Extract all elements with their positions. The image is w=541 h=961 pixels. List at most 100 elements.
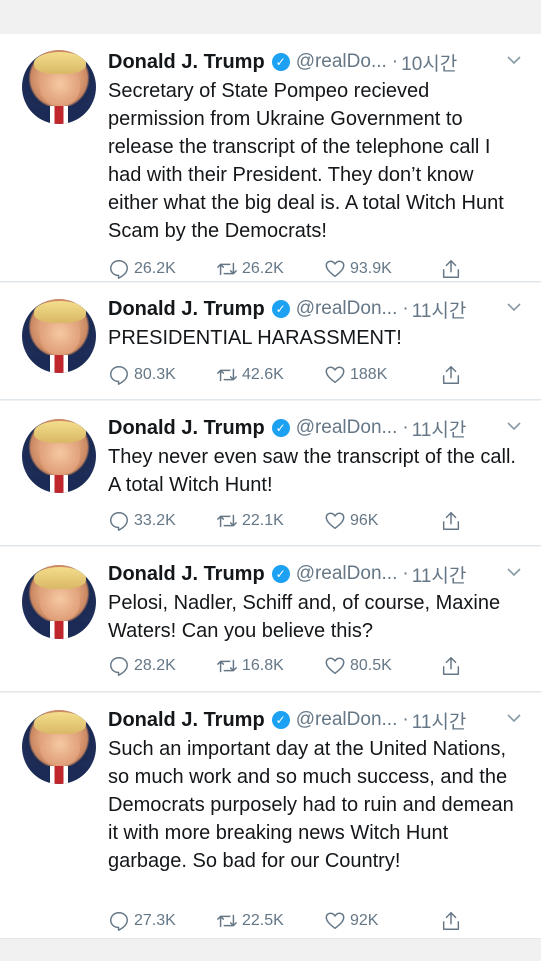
separator-dot: · <box>391 51 399 72</box>
retweet-button[interactable]: 22.5K <box>216 910 324 932</box>
timestamp[interactable]: 11시간 <box>412 561 467 588</box>
tweet-card[interactable]: Donald J. Trump ✓ @realDon... · 11시간 Suc… <box>0 693 541 939</box>
avatar[interactable] <box>22 299 96 373</box>
tweet-card[interactable]: Donald J. Trump ✓ @realDon... · 11시간 The… <box>0 401 541 546</box>
heart-icon <box>325 512 345 530</box>
timestamp[interactable]: 11시간 <box>412 296 467 323</box>
tweet-text: Pelosi, Nadler, Schiff and, of course, M… <box>108 592 501 642</box>
like-button[interactable]: 93.9K <box>324 258 432 280</box>
user-handle[interactable]: @realDon... <box>296 709 398 731</box>
reply-button[interactable]: 80.3K <box>108 364 216 386</box>
tweet-header: Donald J. Trump ✓ @realDon... · 11시간 <box>108 561 527 587</box>
like-button[interactable]: 96K <box>324 510 432 532</box>
like-button[interactable]: 188K <box>324 364 432 386</box>
like-count: 188K <box>350 366 388 383</box>
avatar[interactable] <box>22 565 96 639</box>
like-button[interactable]: 80.5K <box>324 655 432 677</box>
tweet-text: Secretary of State Pompeo recieved permi… <box>108 80 504 242</box>
heart-icon <box>325 260 345 278</box>
retweet-icon <box>217 514 237 528</box>
timestamp[interactable]: 11시간 <box>412 707 467 734</box>
tweet-actions: 80.3K 42.6K 188K <box>108 362 468 388</box>
tweet-actions: 26.2K 26.2K 93.9K <box>108 256 468 282</box>
retweet-button[interactable]: 26.2K <box>216 258 324 280</box>
tweet-text: They never even saw the transcript of th… <box>108 446 516 496</box>
heart-icon <box>325 366 345 384</box>
verified-badge-icon: ✓ <box>271 565 290 583</box>
retweet-count: 16.8K <box>242 657 284 674</box>
tweet-feed: Donald J. Trump ✓ @realDo... · 10시간 Secr… <box>0 0 541 961</box>
avatar[interactable] <box>22 50 96 124</box>
reply-count: 80.3K <box>134 366 176 383</box>
user-handle[interactable]: @realDo... <box>296 51 387 73</box>
display-name[interactable]: Donald J. Trump <box>108 417 265 440</box>
separator-dot: · <box>402 563 409 584</box>
retweet-count: 42.6K <box>242 366 284 383</box>
retweet-button[interactable]: 42.6K <box>216 364 324 386</box>
timestamp[interactable]: 10시간 <box>401 49 457 76</box>
display-name[interactable]: Donald J. Trump <box>108 563 265 586</box>
timestamp[interactable]: 11시간 <box>412 415 467 442</box>
reply-count: 26.2K <box>134 260 176 277</box>
retweet-icon <box>217 659 237 673</box>
tweet-actions: 28.2K 16.8K 80.5K <box>108 653 468 679</box>
verified-badge-icon: ✓ <box>271 53 290 71</box>
tweet-card[interactable]: Donald J. Trump ✓ @realDon... · 11시간 Pel… <box>0 547 541 692</box>
chevron-down-icon[interactable] <box>507 565 521 579</box>
retweet-icon <box>217 368 237 382</box>
verified-badge-icon: ✓ <box>271 300 290 318</box>
retweet-count: 26.2K <box>242 260 284 277</box>
reply-button[interactable]: 28.2K <box>108 655 216 677</box>
tweet-header: Donald J. Trump ✓ @realDo... · 10시간 <box>108 49 527 75</box>
verified-badge-icon: ✓ <box>271 419 290 437</box>
like-button[interactable]: 92K <box>324 910 432 932</box>
tweet-card[interactable]: Donald J. Trump ✓ @realDon... · 11시간 PRE… <box>0 283 541 400</box>
reply-icon <box>110 657 128 676</box>
separator-dot: · <box>402 709 409 730</box>
share-icon[interactable] <box>440 364 462 386</box>
share-icon[interactable] <box>440 258 462 280</box>
share-icon[interactable] <box>440 655 462 677</box>
chevron-down-icon[interactable] <box>507 419 521 433</box>
like-count: 96K <box>350 512 379 529</box>
share-icon[interactable] <box>440 910 462 932</box>
reply-count: 27.3K <box>134 912 176 929</box>
reply-icon <box>110 512 128 531</box>
user-handle[interactable]: @realDon... <box>296 298 398 320</box>
separator-dot: · <box>402 298 409 319</box>
like-count: 80.5K <box>350 657 392 674</box>
heart-icon <box>325 912 345 930</box>
like-count: 92K <box>350 912 379 929</box>
reply-icon <box>110 366 128 385</box>
display-name[interactable]: Donald J. Trump <box>108 709 265 732</box>
reply-button[interactable]: 33.2K <box>108 510 216 532</box>
retweet-button[interactable]: 16.8K <box>216 655 324 677</box>
retweet-icon <box>217 262 237 276</box>
user-handle[interactable]: @realDon... <box>296 417 398 439</box>
user-handle[interactable]: @realDon... <box>296 563 398 585</box>
avatar[interactable] <box>22 710 96 784</box>
tweet-header: Donald J. Trump ✓ @realDon... · 11시간 <box>108 415 527 441</box>
verified-badge-icon: ✓ <box>271 711 290 729</box>
chevron-down-icon[interactable] <box>507 300 521 314</box>
tweet-text: PRESIDENTIAL HARASSMENT! <box>108 327 402 349</box>
tweet-text: Such an important day at the United Nati… <box>108 738 514 872</box>
retweet-count: 22.5K <box>242 912 284 929</box>
display-name[interactable]: Donald J. Trump <box>108 298 265 321</box>
reply-count: 28.2K <box>134 657 176 674</box>
tweet-actions: 27.3K 22.5K 92K <box>108 908 468 934</box>
display-name[interactable]: Donald J. Trump <box>108 51 265 74</box>
reply-button[interactable]: 27.3K <box>108 910 216 932</box>
tweet-actions: 33.2K 22.1K 96K <box>108 508 468 534</box>
reply-count: 33.2K <box>134 512 176 529</box>
chevron-down-icon[interactable] <box>507 53 521 67</box>
chevron-down-icon[interactable] <box>507 711 521 725</box>
reply-icon <box>110 912 128 931</box>
reply-button[interactable]: 26.2K <box>108 258 216 280</box>
tweet-card[interactable]: Donald J. Trump ✓ @realDo... · 10시간 Secr… <box>0 34 541 282</box>
avatar[interactable] <box>22 419 96 493</box>
retweet-button[interactable]: 22.1K <box>216 510 324 532</box>
retweet-count: 22.1K <box>242 512 284 529</box>
heart-icon <box>325 657 345 675</box>
share-icon[interactable] <box>440 510 462 532</box>
